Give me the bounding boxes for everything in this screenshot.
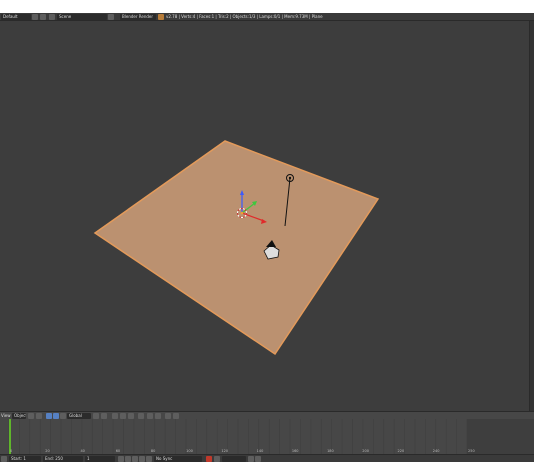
jump-start-button[interactable] xyxy=(118,456,124,462)
keyframe-icon[interactable] xyxy=(214,456,220,462)
timeline-frame-label: 100 xyxy=(186,449,193,453)
timeline-header: Start: 1 End: 250 1 No Sync xyxy=(0,454,534,462)
timeline-canvas[interactable]: 0 20 40 60 80 100 120 140 160 180 200 220 240 250 xyxy=(0,419,534,454)
timeline-frame-label: 140 xyxy=(257,449,264,453)
blender-logo-icon xyxy=(158,14,164,20)
keying-set-field[interactable] xyxy=(222,456,246,462)
viewport-right-edge xyxy=(529,21,534,412)
start-frame-field[interactable]: Start: 1 xyxy=(9,456,41,462)
timeline-frame-label: 120 xyxy=(221,449,228,453)
timeline-frame-label: 250 xyxy=(468,449,475,453)
object-origin-icon xyxy=(240,211,244,215)
timeline-frame-label: 40 xyxy=(80,449,84,453)
jump-end-button[interactable] xyxy=(146,456,152,462)
scene-stats: v2.78 | Verts:4 | Faces:1 | Tris:2 | Obj… xyxy=(166,14,323,19)
delete-keyframe-button[interactable] xyxy=(255,456,261,462)
viewport-header: View Object Mode Global xyxy=(0,411,534,419)
info-header: Default Scene Blender Render v2.78 | Ver… xyxy=(0,13,534,21)
window-top-strip xyxy=(0,0,534,13)
insert-keyframe-button[interactable] xyxy=(248,456,254,462)
play-icon[interactable] xyxy=(132,456,138,462)
timeline-frame-label: 160 xyxy=(292,449,299,453)
render-engine-select[interactable]: Blender Render xyxy=(120,14,156,20)
timeline-frame-label: 240 xyxy=(433,449,440,453)
timeline-editor[interactable]: 0 20 40 60 80 100 120 140 160 180 200 220 240 250 xyxy=(0,419,534,454)
viewport-canvas[interactable] xyxy=(0,21,530,412)
timeline-frame-label: 60 xyxy=(116,449,120,453)
sync-mode-select[interactable]: No Sync xyxy=(154,456,202,462)
timeline-frame-label: 20 xyxy=(45,449,49,453)
editor-type-button[interactable] xyxy=(1,456,7,462)
view3d-icon[interactable] xyxy=(40,14,46,20)
timeline-frame-label: 220 xyxy=(398,449,405,453)
plane-object[interactable] xyxy=(93,140,380,356)
timeline-out-range xyxy=(467,419,534,454)
3d-viewport[interactable] xyxy=(0,21,530,412)
prev-keyframe-button[interactable] xyxy=(125,456,131,462)
add-screen-button[interactable] xyxy=(32,14,38,20)
timeline-frame-label: 80 xyxy=(151,449,155,453)
timeline-frame-label: 0 xyxy=(10,449,12,453)
screen-layout-select[interactable]: Default xyxy=(1,14,31,20)
add-scene-button[interactable] xyxy=(108,14,114,20)
timeline-frame-label: 180 xyxy=(327,449,334,453)
next-keyframe-button[interactable] xyxy=(139,456,145,462)
current-frame-field[interactable]: 1 xyxy=(85,456,115,462)
record-icon[interactable] xyxy=(206,456,212,462)
scene-select[interactable]: Scene xyxy=(57,14,107,20)
timeline-frame-label: 200 xyxy=(362,449,369,453)
scene-icon[interactable] xyxy=(49,14,55,20)
end-frame-field[interactable]: End: 250 xyxy=(43,456,83,462)
